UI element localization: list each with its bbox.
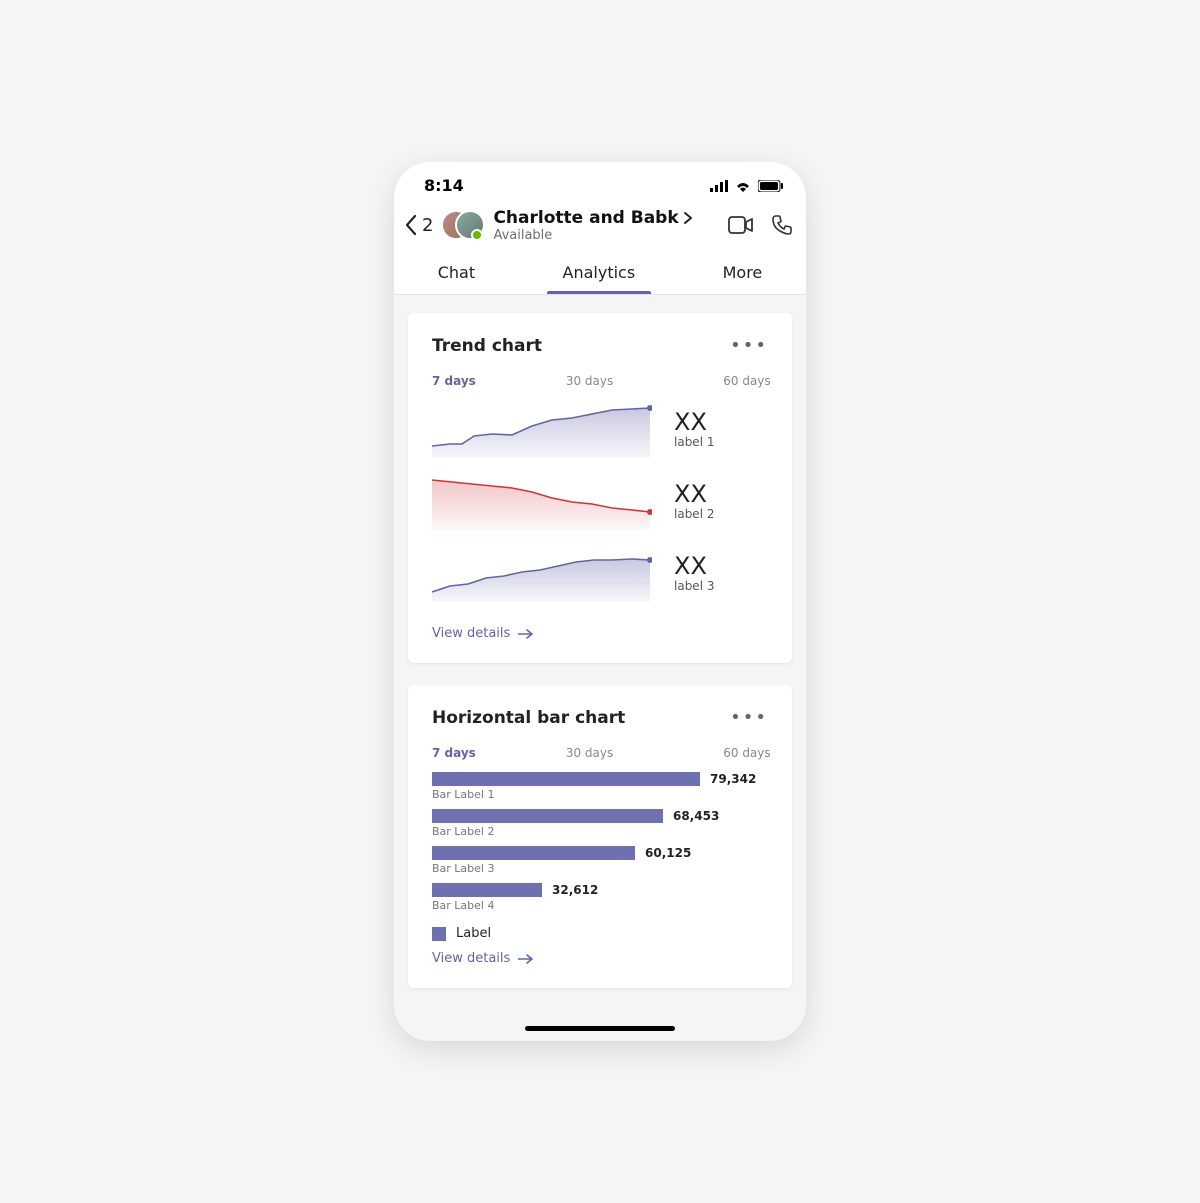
bar-label: Bar Label 3	[432, 862, 768, 875]
trend-metric: XX label 3	[674, 553, 714, 593]
chevron-left-icon	[404, 214, 418, 236]
legend-label: Label	[456, 926, 491, 941]
arrow-right-icon	[518, 629, 534, 639]
bar	[432, 846, 635, 860]
bar	[432, 772, 700, 786]
bar-value: 60,125	[645, 846, 691, 860]
chevron-right-icon	[683, 211, 693, 225]
status-bar: 8:14	[394, 162, 806, 201]
content-area: Trend chart ••• 7 days 30 days 60 days X…	[394, 295, 806, 1016]
trend-chart-card: Trend chart ••• 7 days 30 days 60 days X…	[408, 313, 792, 663]
view-details-label: View details	[432, 626, 510, 641]
range-selector: 7 days 30 days 60 days	[432, 746, 768, 760]
back-button[interactable]: 2	[404, 214, 433, 236]
chart-legend: Label	[432, 926, 768, 941]
back-count: 2	[422, 215, 433, 236]
bar-row: 32,612 Bar Label 4	[432, 883, 768, 912]
card-overflow-button[interactable]: •••	[730, 707, 768, 728]
view-details-link[interactable]: View details	[432, 951, 534, 966]
card-title: Trend chart	[432, 336, 542, 356]
legend-swatch	[432, 927, 446, 941]
range-60days[interactable]: 60 days	[723, 374, 770, 388]
bar-label: Bar Label 4	[432, 899, 768, 912]
view-details-link[interactable]: View details	[432, 626, 534, 641]
bar-label: Bar Label 1	[432, 788, 768, 801]
avatar-group[interactable]	[441, 207, 485, 243]
tab-analytics[interactable]: Analytics	[555, 253, 644, 294]
bar-row: 79,342 Bar Label 1	[432, 772, 768, 801]
bar-row: 68,453 Bar Label 2	[432, 809, 768, 838]
cellular-icon	[710, 180, 728, 192]
presence-available-icon	[471, 229, 483, 241]
range-30days[interactable]: 30 days	[566, 746, 613, 760]
bar-chart-card: Horizontal bar chart ••• 7 days 30 days …	[408, 685, 792, 988]
phone-frame: 8:14 2 Charlotte and Babk Available	[394, 162, 806, 1041]
view-details-label: View details	[432, 951, 510, 966]
header-title-block[interactable]: Charlotte and Babk Available	[493, 208, 720, 243]
bar	[432, 809, 663, 823]
range-selector: 7 days 30 days 60 days	[432, 374, 768, 388]
metric-value: XX	[674, 553, 714, 579]
wifi-icon	[734, 180, 752, 192]
bar-value: 32,612	[552, 883, 598, 897]
bar-label: Bar Label 2	[432, 825, 768, 838]
audio-call-icon[interactable]	[772, 215, 792, 235]
chat-header: 2 Charlotte and Babk Available	[394, 201, 806, 253]
sparkline-chart	[432, 544, 652, 602]
card-title: Horizontal bar chart	[432, 708, 625, 728]
range-7days[interactable]: 7 days	[432, 374, 476, 388]
metric-label: label 3	[674, 579, 714, 593]
bar-row: 60,125 Bar Label 3	[432, 846, 768, 875]
sparkline-chart	[432, 472, 652, 530]
metric-label: label 2	[674, 507, 714, 521]
battery-icon	[758, 180, 784, 192]
trend-metric: XX label 2	[674, 481, 714, 521]
tab-more[interactable]: More	[715, 253, 771, 294]
metric-value: XX	[674, 481, 714, 507]
trend-row: XX label 2	[432, 472, 768, 530]
video-call-icon[interactable]	[728, 216, 754, 234]
bar	[432, 883, 542, 897]
status-icons	[710, 180, 784, 192]
trend-row: XX label 1	[432, 400, 768, 458]
tab-bar: Chat Analytics More	[394, 253, 806, 295]
presence-text: Available	[493, 228, 720, 243]
bar-value: 68,453	[673, 809, 719, 823]
tab-chat[interactable]: Chat	[430, 253, 483, 294]
arrow-right-icon	[518, 954, 534, 964]
range-7days[interactable]: 7 days	[432, 746, 476, 760]
metric-value: XX	[674, 409, 714, 435]
sparkline-chart	[432, 400, 652, 458]
trend-metric: XX label 1	[674, 409, 714, 449]
range-30days[interactable]: 30 days	[566, 374, 613, 388]
home-indicator[interactable]	[525, 1026, 675, 1031]
bar-value: 79,342	[710, 772, 756, 786]
bar-chart: 79,342 Bar Label 1 68,453 Bar Label 2 60,125…	[432, 772, 768, 912]
metric-label: label 1	[674, 435, 714, 449]
range-60days[interactable]: 60 days	[723, 746, 770, 760]
card-overflow-button[interactable]: •••	[730, 335, 768, 356]
chat-title: Charlotte and Babk	[493, 208, 678, 228]
status-time: 8:14	[424, 176, 464, 195]
trend-row: XX label 3	[432, 544, 768, 602]
